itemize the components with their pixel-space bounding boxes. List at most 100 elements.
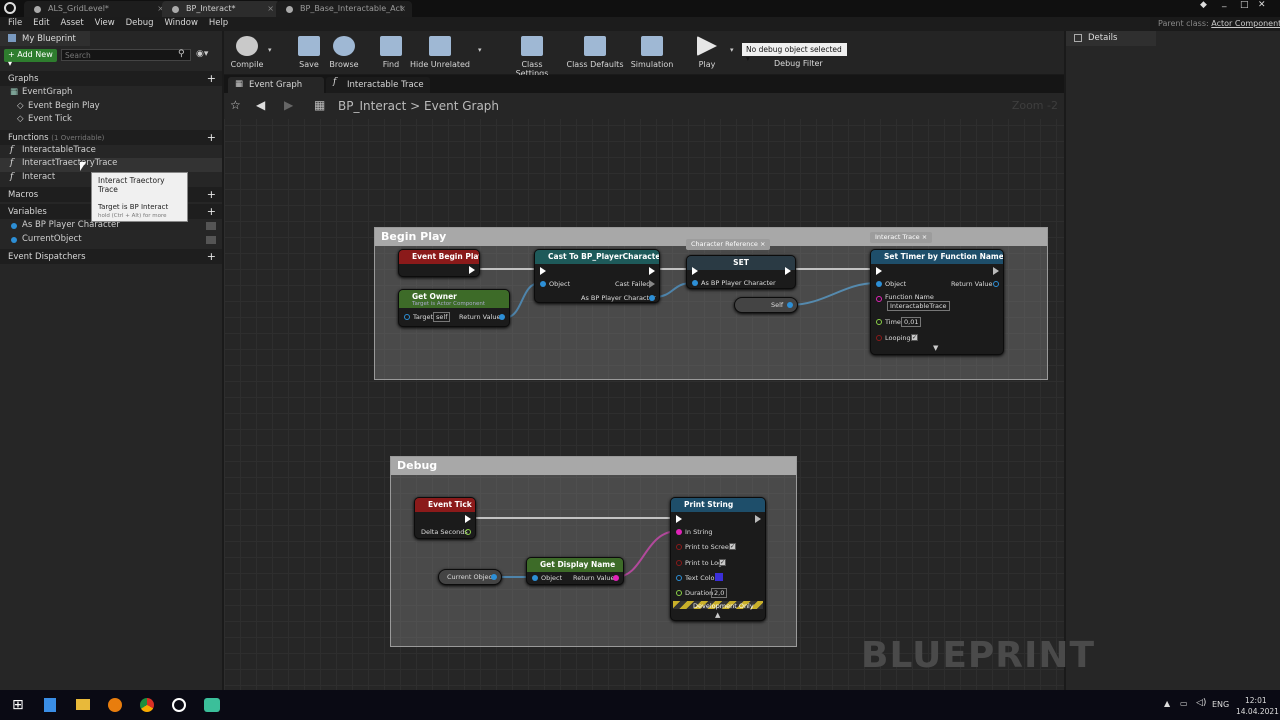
menu-view[interactable]: View bbox=[95, 18, 115, 28]
tab-bp-interact[interactable]: BP_Interact* × bbox=[162, 1, 280, 17]
exec-out-pin[interactable] bbox=[755, 515, 761, 523]
add-macro-icon[interactable]: + bbox=[207, 188, 216, 201]
minimize-icon[interactable]: _ bbox=[1222, 0, 1227, 8]
chrome-icon[interactable] bbox=[140, 698, 154, 712]
menu-debug[interactable]: Debug bbox=[126, 18, 154, 28]
unreal-engine-icon[interactable] bbox=[172, 698, 186, 712]
variable-item-as-bp-player[interactable]: As BP Player Character bbox=[0, 220, 222, 234]
user-icon[interactable]: ◆ bbox=[1200, 0, 1207, 10]
tray-chevron-icon[interactable]: ▲ bbox=[1164, 699, 1170, 708]
time-pin[interactable] bbox=[876, 319, 882, 325]
compile-options-icon[interactable]: ▾ bbox=[268, 46, 272, 54]
compile-button[interactable]: Compile bbox=[224, 34, 270, 72]
cast-failed-pin[interactable] bbox=[649, 280, 655, 288]
as-bp-set-pin[interactable] bbox=[692, 280, 698, 286]
close-icon[interactable]: × bbox=[922, 233, 927, 241]
discord-icon[interactable] bbox=[204, 698, 220, 712]
node-cast-to-bp-playercharacter[interactable]: Cast To BP_PlayerCharacter Object Cast F… bbox=[534, 249, 660, 303]
simulation-button[interactable]: Simulation bbox=[628, 34, 676, 72]
node-current-object[interactable]: Current Object bbox=[438, 569, 502, 585]
debug-object-select[interactable]: No debug object selected ▾ bbox=[742, 43, 847, 63]
search-input[interactable] bbox=[61, 49, 191, 61]
volume-icon[interactable]: ◁) bbox=[1196, 698, 1206, 708]
file-explorer-icon[interactable] bbox=[76, 699, 90, 710]
menu-edit[interactable]: Edit bbox=[33, 18, 49, 28]
function-item-interacttraectorytrace[interactable]: f InteractTraectoryTrace bbox=[0, 158, 222, 172]
menu-asset[interactable]: Asset bbox=[60, 18, 83, 28]
menu-file[interactable]: File bbox=[8, 18, 22, 28]
play-options-icon[interactable]: ▾ bbox=[730, 46, 734, 54]
menu-window[interactable]: Window bbox=[164, 18, 198, 28]
object-pin[interactable] bbox=[876, 281, 882, 287]
exec-in-pin[interactable] bbox=[692, 267, 698, 275]
class-settings-button[interactable]: Class Settings bbox=[504, 34, 560, 78]
exec-out-pin[interactable] bbox=[785, 267, 791, 275]
current-object-pin[interactable] bbox=[491, 574, 497, 580]
print-to-log-checkbox[interactable]: ✓ bbox=[719, 559, 726, 566]
hide-unrelated-options-icon[interactable]: ▾ bbox=[478, 46, 482, 54]
functions-section[interactable]: Functions (1 Overridable) + bbox=[0, 129, 222, 145]
object-pin[interactable] bbox=[532, 575, 538, 581]
print-to-screen-checkbox[interactable]: ✓ bbox=[729, 543, 736, 550]
my-blueprint-tab[interactable]: My Blueprint bbox=[0, 31, 90, 46]
node-print-string[interactable]: Print String In String Print to Screen ✓… bbox=[670, 497, 766, 621]
looping-pin[interactable] bbox=[876, 335, 882, 341]
delta-seconds-pin[interactable] bbox=[465, 529, 471, 535]
expand-node-icon[interactable]: ▲ bbox=[715, 611, 720, 619]
function-name-pin[interactable] bbox=[876, 296, 882, 302]
time-field[interactable]: 0,01 bbox=[901, 317, 922, 327]
hide-unrelated-button[interactable]: Hide Unrelated bbox=[410, 34, 470, 72]
return-value-pin[interactable] bbox=[613, 575, 619, 581]
add-new-button[interactable]: + Add New ▾ bbox=[4, 49, 57, 68]
node-set-variable[interactable]: SET As BP Player Character bbox=[686, 255, 796, 289]
duration-field[interactable]: 2,0 bbox=[711, 588, 728, 598]
add-function-icon[interactable]: + bbox=[207, 131, 216, 144]
language-indicator[interactable]: ENG bbox=[1212, 700, 1229, 709]
event-item-begin-play[interactable]: ◇ Event Begin Play bbox=[0, 101, 222, 115]
visibility-toggle-icon[interactable] bbox=[206, 235, 216, 244]
eye-icon[interactable]: ◉▾ bbox=[196, 49, 208, 59]
unreal-logo-icon[interactable] bbox=[4, 2, 16, 14]
node-set-timer-by-function-name[interactable]: Set Timer by Function Name Object Return… bbox=[870, 249, 1004, 355]
close-icon[interactable]: × bbox=[399, 4, 406, 13]
clock-time[interactable]: 12:01 bbox=[1245, 696, 1267, 705]
graph-canvas[interactable]: ☆ ◀ ▶ ▦ BP_Interact > Event Graph Zoom -… bbox=[224, 93, 1094, 690]
tab-bp-base-interactable[interactable]: BP_Base_Interactable_Act × bbox=[276, 1, 412, 17]
network-icon[interactable]: ▭ bbox=[1180, 699, 1188, 708]
as-bp-pin[interactable] bbox=[649, 295, 655, 301]
blender-icon[interactable] bbox=[108, 698, 122, 712]
graphs-section[interactable]: Graphs + bbox=[0, 71, 222, 86]
return-value-pin[interactable] bbox=[993, 281, 999, 287]
close-window-icon[interactable]: ✕ bbox=[1258, 0, 1266, 10]
text-color-swatch[interactable] bbox=[715, 573, 723, 581]
details-tab[interactable]: Details bbox=[1066, 31, 1156, 46]
in-string-pin[interactable] bbox=[676, 529, 682, 535]
self-field[interactable]: self bbox=[433, 312, 451, 322]
maximize-icon[interactable]: □ bbox=[1240, 0, 1249, 10]
exec-out-pin[interactable] bbox=[649, 267, 655, 275]
target-pin[interactable] bbox=[404, 314, 410, 320]
class-defaults-button[interactable]: Class Defaults bbox=[566, 34, 624, 72]
object-pin[interactable] bbox=[540, 281, 546, 287]
search-icon[interactable] bbox=[44, 698, 56, 712]
return-value-pin[interactable] bbox=[499, 314, 505, 320]
add-variable-icon[interactable]: + bbox=[207, 205, 216, 218]
tab-als-gridlevel[interactable]: ALS_GridLevel* × bbox=[24, 1, 170, 17]
dispatchers-section[interactable]: Event Dispatchers + bbox=[0, 249, 222, 264]
clock-date[interactable]: 14.04.2021 bbox=[1236, 707, 1279, 716]
add-graph-icon[interactable]: + bbox=[207, 72, 216, 85]
exec-out-pin[interactable] bbox=[993, 267, 999, 275]
looping-checkbox[interactable]: ✓ bbox=[911, 334, 918, 341]
play-button[interactable]: Play bbox=[684, 34, 730, 72]
expand-node-icon[interactable]: ▼ bbox=[933, 344, 938, 352]
tab-interactable-trace[interactable]: f Interactable Trace bbox=[326, 77, 430, 93]
close-icon[interactable]: × bbox=[760, 240, 765, 248]
exec-in-pin[interactable] bbox=[676, 515, 682, 523]
node-event-begin-play[interactable]: Event Begin Play bbox=[398, 249, 480, 277]
add-dispatcher-icon[interactable]: + bbox=[207, 250, 216, 263]
graph-item-eventgraph[interactable]: ▦ EventGraph bbox=[0, 87, 222, 101]
function-item-interactabletrace[interactable]: f InteractableTrace bbox=[0, 145, 222, 159]
function-name-field[interactable]: InteractableTrace bbox=[887, 301, 950, 311]
windows-start-icon[interactable]: ⊞ bbox=[12, 697, 24, 713]
visibility-toggle-icon[interactable] bbox=[206, 222, 216, 230]
